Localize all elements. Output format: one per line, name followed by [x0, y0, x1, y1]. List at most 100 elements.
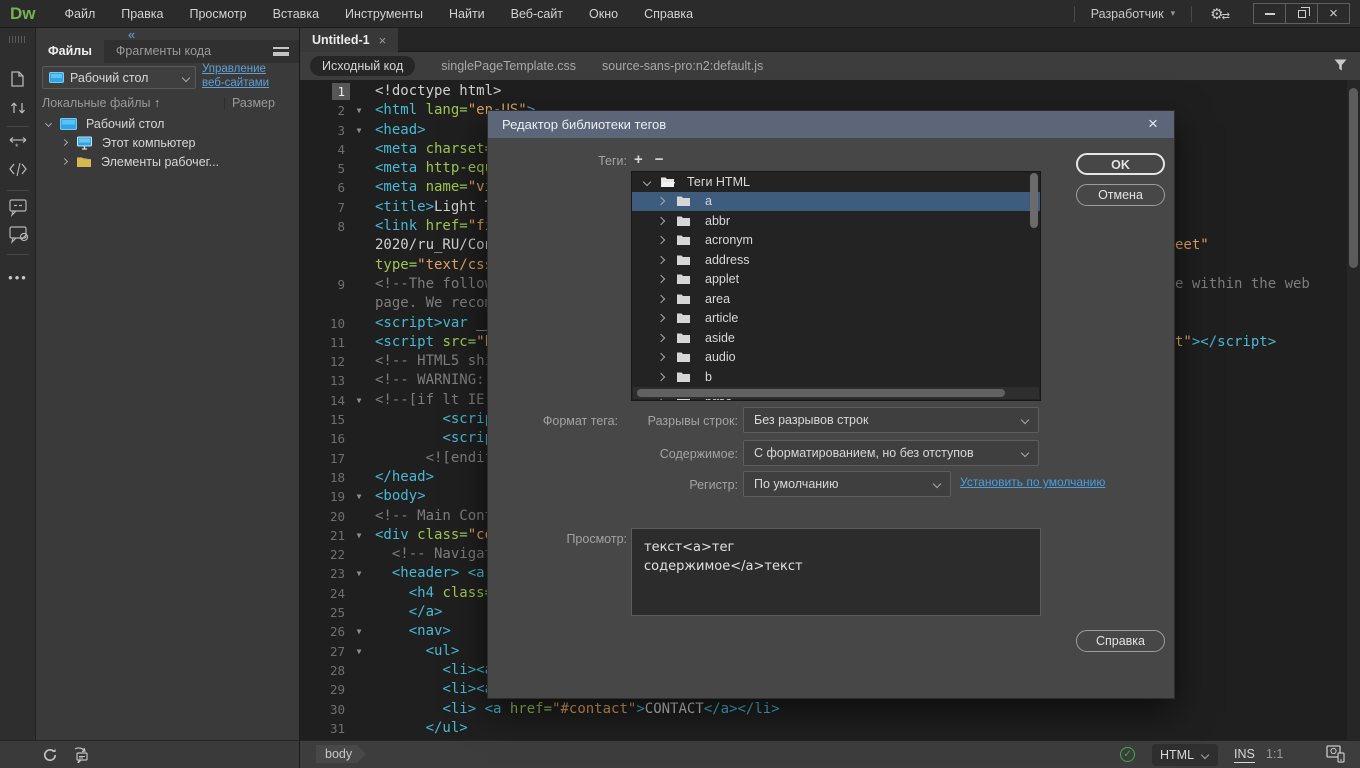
tag-tree-item-area[interactable]: area	[632, 289, 1040, 309]
fold-arrow-icon[interactable]: ▼	[350, 101, 368, 120]
menu-item[interactable]: Справка	[631, 7, 706, 21]
chevron-collapsed-icon[interactable]	[61, 158, 68, 165]
fold-arrow-icon[interactable]: ▼	[350, 622, 368, 641]
tag-selector-body[interactable]: body	[316, 745, 366, 763]
chevron-collapsed-icon[interactable]	[657, 353, 665, 361]
chevron-collapsed-icon[interactable]	[657, 314, 665, 322]
remove-comment-icon[interactable]	[0, 224, 36, 244]
menu-item[interactable]: Правка	[108, 7, 176, 21]
tree-row-desktop[interactable]: Рабочий стол	[36, 114, 299, 133]
tag-tree-item-article[interactable]: article	[632, 309, 1040, 329]
chevron-collapsed-icon[interactable]	[657, 256, 665, 264]
tree-row-computer[interactable]: Этот компьютер	[36, 133, 299, 152]
tag-tree-item-audio[interactable]: audio	[632, 348, 1040, 368]
fold-arrow-icon[interactable]: ▼	[350, 121, 368, 140]
menu-item[interactable]: Просмотр	[176, 7, 259, 21]
manage-sites-link[interactable]: Управление веб-сайтами	[202, 62, 298, 90]
case-select[interactable]: По умолчанию	[743, 471, 951, 497]
code-line[interactable]: 31 </ul>	[300, 719, 1346, 738]
chevron-collapsed-icon[interactable]	[657, 373, 665, 381]
open-document-icon[interactable]	[0, 70, 36, 88]
fold-arrow-icon[interactable]: ▼	[350, 642, 368, 661]
ok-button[interactable]: OK	[1076, 153, 1165, 175]
restore-button[interactable]	[1285, 3, 1318, 24]
menu-item[interactable]: Инструменты	[332, 7, 436, 21]
tag-list-hscroll-thumb[interactable]	[637, 389, 1005, 397]
add-remove-tag-buttons[interactable]: +−	[634, 151, 676, 168]
document-tab[interactable]: Untitled-1 ×	[300, 28, 398, 52]
tag-list-vscroll-thumb[interactable]	[1030, 173, 1038, 228]
get-put-files-icon[interactable]	[72, 747, 90, 763]
line-breaks-select[interactable]: Без разрывов строк	[743, 407, 1039, 433]
doctype-select[interactable]: HTML	[1152, 744, 1218, 766]
line-number: 6	[300, 178, 350, 197]
code-line[interactable]: 1<!doctype html>	[300, 82, 1346, 101]
menu-item[interactable]: Найти	[436, 7, 498, 21]
related-file-js[interactable]: source-sans-pro:n2:default.js	[602, 59, 763, 73]
chevron-collapsed-icon[interactable]	[657, 334, 665, 342]
chevron-collapsed-icon[interactable]	[657, 275, 665, 283]
help-button[interactable]: Справка	[1076, 630, 1165, 652]
contents-select[interactable]: С форматированием, но без отступов	[743, 440, 1039, 466]
close-button[interactable]: ×	[1317, 3, 1350, 24]
dialog-titlebar[interactable]: Редактор библиотеки тегов ×	[488, 111, 1174, 138]
code-line[interactable]: 30 <li> <a href="#contact">CONTACT</a></…	[300, 700, 1346, 719]
sync-settings-icon[interactable]: ⚙⇄	[1202, 5, 1238, 23]
local-files-column[interactable]: Локальные файлы	[42, 96, 150, 110]
menu-item[interactable]: Вставка	[260, 7, 332, 21]
menu-item[interactable]: Окно	[576, 7, 631, 21]
tag-tree-list[interactable]: Теги HTMLaabbracronymaddressappletareaar…	[631, 171, 1041, 401]
scrollbar-thumb[interactable]	[1349, 88, 1358, 268]
set-default-link[interactable]: Установить по умолчанию	[960, 475, 1105, 489]
remove-tag-button[interactable]: −	[655, 151, 676, 168]
workspace-switcher[interactable]: Разработчик ▾	[1085, 7, 1181, 21]
menu-item[interactable]: Файл	[52, 7, 109, 21]
fold-arrow-icon[interactable]: ▼	[350, 391, 368, 410]
fold-arrow-icon[interactable]: ▼	[350, 526, 368, 545]
tag-tree-item-applet[interactable]: applet	[632, 270, 1040, 290]
chevron-expanded-icon[interactable]	[643, 178, 651, 186]
file-list-header[interactable]: Локальные файлы ↑ Размер	[42, 96, 293, 112]
sort-lines-icon[interactable]	[0, 98, 36, 116]
tag-tree-item-abbr[interactable]: abbr	[632, 211, 1040, 231]
size-column[interactable]: Размер	[232, 96, 275, 110]
site-selector[interactable]: Рабочий стол	[42, 66, 196, 89]
tag-tree-item-b[interactable]: b	[632, 367, 1040, 387]
fold-arrow-icon[interactable]: ▼	[350, 487, 368, 506]
add-tag-button[interactable]: +	[634, 151, 655, 168]
tag-tree-item-acronym[interactable]: acronym	[632, 231, 1040, 251]
tag-tree-item-aside[interactable]: aside	[632, 328, 1040, 348]
folder-icon	[76, 155, 92, 168]
filter-icon[interactable]	[1333, 58, 1348, 72]
dialog-close-icon[interactable]: ×	[1142, 111, 1164, 137]
expand-abbreviation-icon[interactable]: *	[0, 134, 36, 152]
tag-tree-item-address[interactable]: address	[632, 250, 1040, 270]
fold-arrow-icon[interactable]: ▼	[350, 564, 368, 583]
cancel-button[interactable]: Отмена	[1076, 184, 1165, 206]
tab-files[interactable]: Файлы	[36, 40, 104, 63]
minimize-button[interactable]	[1253, 3, 1286, 24]
tag-list-hscroll-track[interactable]	[633, 387, 1039, 399]
chevron-expanded-icon[interactable]	[45, 120, 52, 127]
tab-snippets[interactable]: Фрагменты кода	[104, 40, 223, 63]
related-file-css[interactable]: singlePageTemplate.css	[441, 59, 576, 73]
source-code-button[interactable]: Исходный код	[310, 56, 415, 76]
panel-menu-icon[interactable]	[273, 47, 289, 56]
chevron-collapsed-icon[interactable]	[657, 236, 665, 244]
chevron-collapsed-icon[interactable]	[657, 217, 665, 225]
toolbar-more-icon[interactable]: •••	[0, 270, 36, 285]
tag-tree-root[interactable]: Теги HTML	[632, 172, 1040, 192]
tag-tree-item-a[interactable]: a	[632, 192, 1040, 212]
insert-mode-indicator[interactable]: INS	[1234, 747, 1255, 763]
chevron-collapsed-icon[interactable]	[657, 295, 665, 303]
menu-item[interactable]: Веб-сайт	[498, 7, 576, 21]
apply-comment-icon[interactable]	[0, 197, 36, 217]
chevron-collapsed-icon[interactable]	[61, 139, 68, 146]
preview-in-device-icon[interactable]	[1326, 745, 1346, 763]
toolbar-grip-icon[interactable]	[9, 36, 27, 43]
format-source-icon[interactable]	[0, 160, 36, 180]
chevron-collapsed-icon[interactable]	[657, 197, 665, 205]
close-tab-icon[interactable]: ×	[379, 33, 387, 48]
tree-row-desktop-items[interactable]: Элементы рабочег...	[36, 152, 299, 171]
refresh-icon[interactable]	[42, 747, 58, 763]
